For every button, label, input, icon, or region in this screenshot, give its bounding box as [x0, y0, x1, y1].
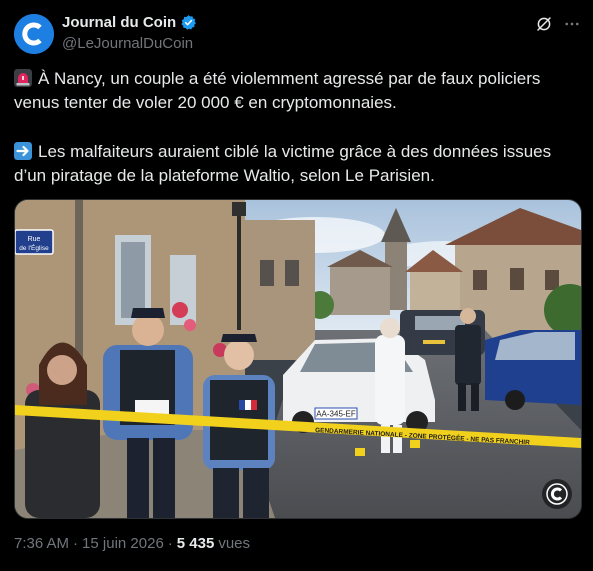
grok-button[interactable]	[533, 13, 555, 35]
more-dots-icon	[565, 22, 579, 26]
tweet-text-1: À Nancy, un couple a été violemment agre…	[14, 69, 541, 112]
tweet-text-2: Les malfaiteurs auraient ciblé la victim…	[14, 142, 552, 185]
street-sign-line-2: de l'Église	[19, 243, 49, 252]
avatar[interactable]	[14, 14, 54, 54]
tweet-text-paragraph-1: À Nancy, un couple a été violemment agre…	[14, 67, 580, 115]
street-sign-line-1: Rue	[28, 236, 41, 243]
meta-separator: ·	[73, 535, 79, 552]
tweet-date[interactable]: 15 juin 2026	[82, 535, 164, 552]
verified-badge-icon	[181, 15, 197, 30]
journal-du-coin-logo-icon	[14, 14, 54, 54]
author-name-row[interactable]: Journal du Coin	[62, 14, 197, 31]
watermark-logo	[542, 479, 572, 509]
journal-du-coin-watermark-icon	[546, 483, 568, 505]
views-label: vues	[218, 535, 251, 552]
license-plate: AA-345-EF	[316, 410, 356, 419]
tweet-image[interactable]: Rue de l'Église AA-345-EF GENDARMERIE NA…	[14, 199, 582, 519]
tweet-text-paragraph-2: Les malfaiteurs auraient ciblé la victim…	[14, 140, 580, 188]
police-siren-icon	[14, 69, 32, 87]
views-count[interactable]: 5 435	[177, 535, 215, 552]
more-options-button[interactable]	[561, 13, 583, 35]
tweet: Journal du Coin @LeJournalDuCoin À Nancy…	[0, 0, 593, 571]
crime-scene-illustration: Rue de l'Église AA-345-EF GENDARMERIE NA…	[15, 200, 581, 518]
tweet-time[interactable]: 7:36 AM	[14, 535, 69, 552]
meta-separator-2: ·	[167, 535, 173, 552]
handle[interactable]: @LeJournalDuCoin	[62, 35, 193, 52]
tweet-meta: 7:36 AM · 15 juin 2026 · 5 435 vues	[14, 535, 250, 552]
grok-icon	[537, 17, 551, 31]
right-arrow-icon	[14, 142, 32, 160]
display-name[interactable]: Journal du Coin	[62, 14, 176, 31]
